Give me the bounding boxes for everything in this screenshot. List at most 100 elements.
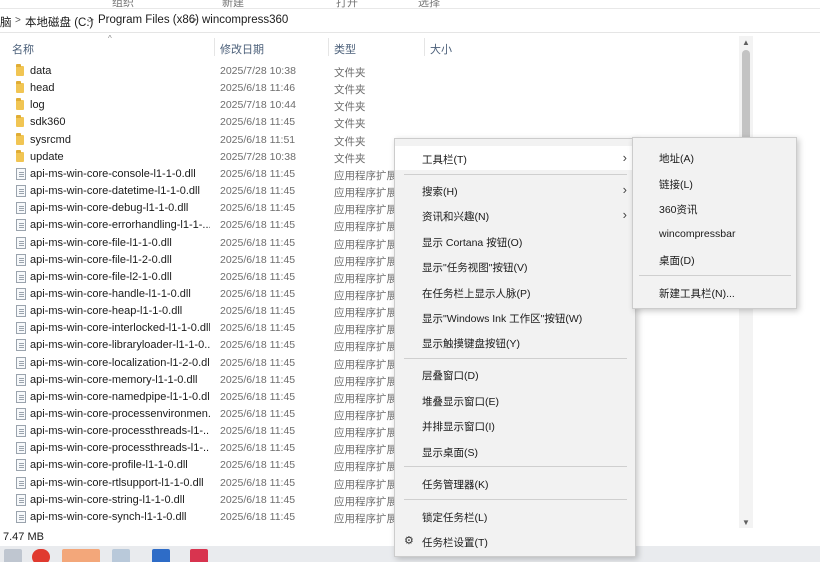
file-date: 2025/6/18 11:45 <box>220 116 296 129</box>
menu-item-windows-ink[interactable]: 显示"Windows Ink 工作区"按钮(W) <box>395 305 635 329</box>
breadcrumb-wincompress360[interactable]: wincompress360 <box>202 14 288 26</box>
folder-icon <box>16 98 24 111</box>
menu-item-taskbar-settings[interactable]: ⚙ 任务栏设置(T) <box>395 529 635 553</box>
column-size[interactable]: 大小 <box>430 41 452 57</box>
file-type: 应用程序扩展 <box>334 478 394 491</box>
folder-icon <box>16 64 24 76</box>
scroll-down-icon[interactable]: ▼ <box>742 518 750 527</box>
ribbon-organize[interactable]: 组织 <box>112 0 134 8</box>
file-date: 2025/6/18 11:46 <box>220 82 296 95</box>
active-app-icon[interactable] <box>62 549 100 562</box>
file-type: 应用程序扩展 <box>334 187 394 199</box>
submenu-item-address[interactable]: 地址(A) <box>633 145 796 169</box>
menu-item-label: 地址(A) <box>659 153 694 165</box>
menu-item-label: 链接(L) <box>659 179 693 191</box>
menu-item-label: 任务栏设置(T) <box>422 537 488 549</box>
file-icon <box>16 305 26 318</box>
menu-item-label: 显示"任务视图"按钮(V) <box>422 262 528 274</box>
folder-row[interactable]: data 2025/7/28 10:38 文件夹 <box>0 63 740 80</box>
menu-item-people[interactable]: 在任务栏上显示人脉(P) <box>395 280 635 304</box>
file-name: api-ms-win-core-rtlsupport-l1-1-0.dll <box>30 476 204 489</box>
file-icon <box>16 356 26 369</box>
menu-item-cascade[interactable]: 层叠窗口(D) <box>395 362 635 386</box>
ribbon-select[interactable]: 选择 <box>418 0 440 8</box>
file-name: api-ms-win-core-memory-l1-1-0.dll <box>30 373 198 386</box>
menu-item-news-interests[interactable]: 资讯和兴趣(N) › <box>395 203 635 227</box>
app-icon[interactable] <box>152 549 170 562</box>
scroll-up-icon[interactable]: ▲ <box>742 38 750 47</box>
menu-item-task-manager[interactable]: 任务管理器(K) <box>395 471 635 495</box>
file-date: 2025/6/18 11:45 <box>220 356 296 369</box>
submenu-item-desktop[interactable]: 桌面(D) <box>633 247 796 271</box>
menu-item-show-desktop[interactable]: 显示桌面(S) <box>395 439 635 463</box>
file-name: sysrcmd <box>30 133 71 146</box>
menu-item-label: wincompressbar <box>659 228 736 240</box>
address-bar[interactable]: 脑 > 本地磁盘 (C:) > Program Files (x86) > wi… <box>0 9 820 33</box>
app-icon[interactable] <box>190 549 208 562</box>
chevron-right-icon[interactable]: > <box>88 15 94 26</box>
folder-row[interactable]: head 2025/6/18 11:46 文件夹 <box>0 80 740 97</box>
column-divider[interactable] <box>424 38 425 56</box>
menu-item-label: 层叠窗口(D) <box>422 370 479 382</box>
breadcrumb-computer[interactable]: 脑 <box>0 14 12 30</box>
menu-separator <box>404 466 627 467</box>
chevron-right-icon: › <box>622 150 627 165</box>
column-divider[interactable] <box>214 38 215 56</box>
file-date: 2025/6/18 11:45 <box>220 305 296 318</box>
chevron-right-icon[interactable]: > <box>191 15 197 26</box>
menu-separator <box>639 275 791 276</box>
app-icon[interactable] <box>4 549 22 562</box>
breadcrumb-program-files[interactable]: Program Files (x86) <box>98 14 199 26</box>
folder-row[interactable]: sdk360 2025/6/18 11:45 文件夹 <box>0 114 740 131</box>
file-icon <box>16 236 26 249</box>
chevron-right-icon[interactable]: > <box>15 15 21 26</box>
breadcrumb-local-disk[interactable]: 本地磁盘 (C:) <box>25 14 93 30</box>
menu-item-touch-keyboard[interactable]: 显示触摸键盘按钮(Y) <box>395 330 635 354</box>
menu-item-lock-taskbar[interactable]: 锁定任务栏(L) <box>395 504 635 528</box>
app-icon[interactable] <box>32 549 50 562</box>
file-name: api-ms-win-core-processenvironmen... <box>30 408 210 420</box>
menu-item-side-by-side[interactable]: 并排显示窗口(I) <box>395 413 635 437</box>
file-type: 应用程序扩展 <box>334 410 394 422</box>
file-date: 2025/7/28 10:38 <box>220 65 296 77</box>
file-type: 应用程序扩展 <box>334 392 394 405</box>
menu-item-label: 资讯和兴趣(N) <box>422 211 490 223</box>
file-icon <box>16 287 26 300</box>
submenu-item-wincompressbar[interactable]: wincompressbar <box>633 222 796 246</box>
file-icon <box>16 459 26 472</box>
file-type: 文件夹 <box>334 152 366 165</box>
column-name[interactable]: 名称 <box>12 41 34 57</box>
file-date: 2025/6/18 11:45 <box>220 493 296 506</box>
file-date: 2025/6/18 11:45 <box>220 270 296 283</box>
file-icon <box>16 408 26 420</box>
column-divider[interactable] <box>328 38 329 56</box>
menu-item-label: 堆叠显示窗口(E) <box>422 396 499 408</box>
chevron-right-icon: › <box>622 207 627 222</box>
column-date[interactable]: 修改日期 <box>220 41 264 57</box>
submenu-item-links[interactable]: 链接(L) <box>633 171 796 195</box>
menu-item-cortana[interactable]: 显示 Cortana 按钮(O) <box>395 229 635 253</box>
file-type: 应用程序扩展 <box>334 495 394 508</box>
submenu-item-360news[interactable]: 360资讯 <box>633 196 796 220</box>
file-name: api-ms-win-core-interlocked-l1-1-0.dll <box>30 322 210 335</box>
column-type[interactable]: 类型 <box>334 41 356 57</box>
file-icon <box>16 322 26 335</box>
app-icon[interactable] <box>112 549 130 562</box>
file-icon <box>16 493 26 506</box>
file-icon <box>16 253 26 266</box>
menu-separator <box>404 499 627 500</box>
menu-item-label: 新建工具栏(N)... <box>659 288 735 300</box>
menu-item-task-view[interactable]: 显示"任务视图"按钮(V) <box>395 254 635 278</box>
file-date: 2025/6/18 11:51 <box>220 133 296 146</box>
menu-item-search[interactable]: 搜索(H) › <box>395 178 635 202</box>
submenu-item-new-toolbar[interactable]: 新建工具栏(N)... <box>633 280 796 304</box>
menu-item-stack[interactable]: 堆叠显示窗口(E) <box>395 388 635 412</box>
ribbon-new[interactable]: 新建 <box>222 0 244 8</box>
ribbon-open[interactable]: 打开 <box>336 0 358 8</box>
folder-row[interactable]: log 2025/7/18 10:44 文件夹 <box>0 97 740 114</box>
file-type: 应用程序扩展 <box>334 221 394 234</box>
file-name: api-ms-win-core-handle-l1-1-0.dll <box>30 287 191 300</box>
file-icon <box>16 219 26 232</box>
menu-item-toolbars[interactable]: 工具栏(T) › <box>395 146 635 170</box>
file-type: 应用程序扩展 <box>334 238 394 251</box>
